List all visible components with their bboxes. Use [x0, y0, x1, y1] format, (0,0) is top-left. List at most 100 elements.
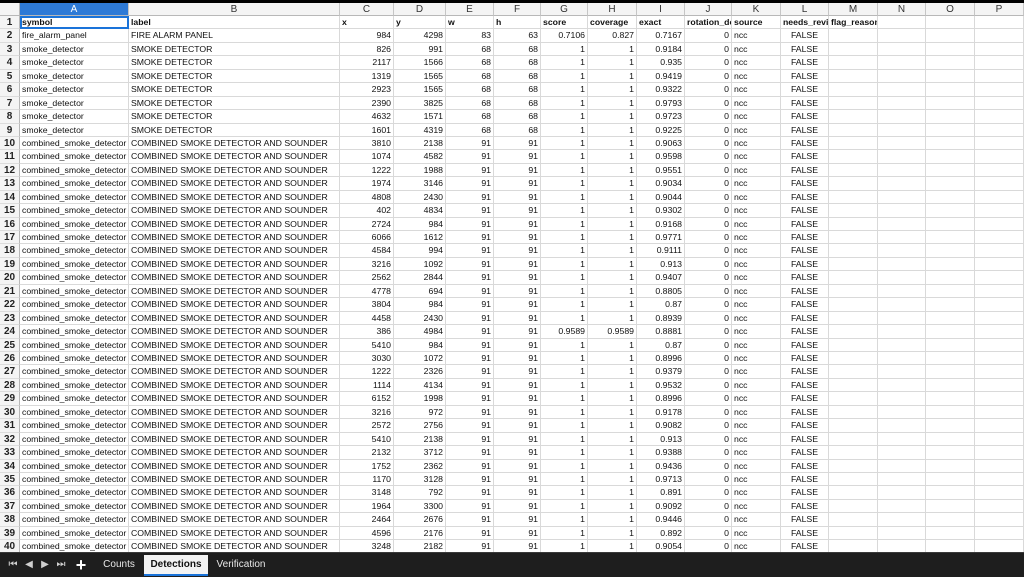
cell[interactable]: 91: [446, 177, 494, 191]
cell[interactable]: COMBINED SMOKE DETECTOR AND SOUNDER: [129, 231, 340, 245]
cell[interactable]: 0.9589: [588, 325, 637, 339]
cell[interactable]: 3804: [340, 298, 394, 312]
cell[interactable]: 2562: [340, 271, 394, 285]
cell[interactable]: ncc: [732, 96, 781, 111]
cell[interactable]: FALSE: [781, 352, 829, 366]
cell[interactable]: [926, 56, 975, 70]
cell[interactable]: SMOKE DETECTOR: [129, 110, 340, 124]
cell[interactable]: [878, 311, 926, 326]
cell[interactable]: 0: [685, 204, 732, 218]
cell[interactable]: 1: [541, 513, 588, 527]
cell[interactable]: 68: [446, 83, 494, 97]
cell[interactable]: 0: [685, 271, 732, 285]
cell[interactable]: 3810: [340, 136, 394, 151]
cell[interactable]: 3216: [340, 257, 394, 272]
cell[interactable]: [975, 231, 1024, 245]
cell[interactable]: 792: [394, 486, 446, 500]
cell[interactable]: 91: [446, 472, 494, 487]
cell[interactable]: FALSE: [781, 486, 829, 500]
cell[interactable]: ncc: [732, 136, 781, 151]
cell[interactable]: [926, 311, 975, 326]
cell[interactable]: FALSE: [781, 271, 829, 285]
cell[interactable]: 91: [494, 513, 541, 527]
cell[interactable]: COMBINED SMOKE DETECTOR AND SOUNDER: [129, 432, 340, 447]
cell[interactable]: [878, 325, 926, 339]
cell[interactable]: [926, 459, 975, 473]
cell[interactable]: ncc: [732, 204, 781, 218]
cell[interactable]: 91: [494, 298, 541, 312]
cell[interactable]: [926, 96, 975, 111]
cell[interactable]: [926, 432, 975, 447]
cell[interactable]: 91: [446, 446, 494, 460]
cell[interactable]: COMBINED SMOKE DETECTOR AND SOUNDER: [129, 325, 340, 339]
cell[interactable]: source: [732, 16, 781, 30]
cell[interactable]: 1: [541, 405, 588, 420]
cell[interactable]: combined_smoke_detector: [20, 446, 129, 460]
cell[interactable]: [926, 16, 975, 30]
row-header-34[interactable]: 34: [0, 459, 20, 473]
cell[interactable]: COMBINED SMOKE DETECTOR AND SOUNDER: [129, 499, 340, 514]
select-all-corner[interactable]: [0, 3, 20, 16]
cell[interactable]: 91: [446, 338, 494, 352]
cell[interactable]: [878, 513, 926, 527]
cell[interactable]: ncc: [732, 150, 781, 164]
column-header-a[interactable]: A: [20, 3, 129, 16]
cell[interactable]: 1: [541, 419, 588, 433]
cell[interactable]: smoke_detector: [20, 56, 129, 70]
column-header-e[interactable]: E: [446, 3, 494, 16]
row-header-20[interactable]: 20: [0, 271, 20, 285]
cell[interactable]: 0: [685, 163, 732, 178]
cell[interactable]: [829, 177, 878, 191]
column-header-n[interactable]: N: [878, 3, 926, 16]
cell[interactable]: ncc: [732, 419, 781, 433]
cell[interactable]: COMBINED SMOKE DETECTOR AND SOUNDER: [129, 244, 340, 258]
cell[interactable]: [926, 378, 975, 393]
cell[interactable]: FALSE: [781, 190, 829, 205]
cell[interactable]: 1: [588, 284, 637, 299]
cell[interactable]: 1: [588, 392, 637, 406]
cell[interactable]: [829, 378, 878, 393]
row-header-23[interactable]: 23: [0, 311, 20, 326]
cell[interactable]: 2844: [394, 271, 446, 285]
cell[interactable]: FALSE: [781, 526, 829, 541]
cell[interactable]: FALSE: [781, 338, 829, 352]
cell[interactable]: 0.7167: [637, 29, 685, 43]
cell[interactable]: COMBINED SMOKE DETECTOR AND SOUNDER: [129, 405, 340, 420]
cell[interactable]: [829, 526, 878, 541]
cell[interactable]: 91: [494, 217, 541, 232]
cell[interactable]: 4778: [340, 284, 394, 299]
cell[interactable]: 0: [685, 42, 732, 57]
cell[interactable]: [829, 110, 878, 124]
cell[interactable]: 1: [541, 392, 588, 406]
cell[interactable]: 0: [685, 217, 732, 232]
cell[interactable]: FALSE: [781, 231, 829, 245]
cell[interactable]: ncc: [732, 365, 781, 379]
cell[interactable]: 1566: [394, 56, 446, 70]
cell[interactable]: 2923: [340, 83, 394, 97]
cell[interactable]: [878, 110, 926, 124]
row-header-12[interactable]: 12: [0, 163, 20, 178]
cell[interactable]: smoke_detector: [20, 110, 129, 124]
cell[interactable]: 0.9168: [637, 217, 685, 232]
cell[interactable]: 1: [588, 96, 637, 111]
cell[interactable]: [878, 150, 926, 164]
cell[interactable]: 0: [685, 325, 732, 339]
cell[interactable]: 0.9063: [637, 136, 685, 151]
cell[interactable]: ncc: [732, 231, 781, 245]
cell[interactable]: [878, 217, 926, 232]
cell[interactable]: [829, 446, 878, 460]
cell[interactable]: 0: [685, 123, 732, 137]
cell[interactable]: 91: [446, 378, 494, 393]
cell[interactable]: COMBINED SMOKE DETECTOR AND SOUNDER: [129, 190, 340, 205]
cell[interactable]: SMOKE DETECTOR: [129, 42, 340, 57]
cell[interactable]: [975, 163, 1024, 178]
cell[interactable]: FALSE: [781, 110, 829, 124]
cell[interactable]: [926, 244, 975, 258]
cell[interactable]: [926, 298, 975, 312]
cell[interactable]: COMBINED SMOKE DETECTOR AND SOUNDER: [129, 136, 340, 151]
cell[interactable]: FALSE: [781, 150, 829, 164]
row-header-37[interactable]: 37: [0, 499, 20, 514]
cell[interactable]: 0.935: [637, 56, 685, 70]
cell[interactable]: 91: [494, 499, 541, 514]
cell[interactable]: 83: [446, 29, 494, 43]
